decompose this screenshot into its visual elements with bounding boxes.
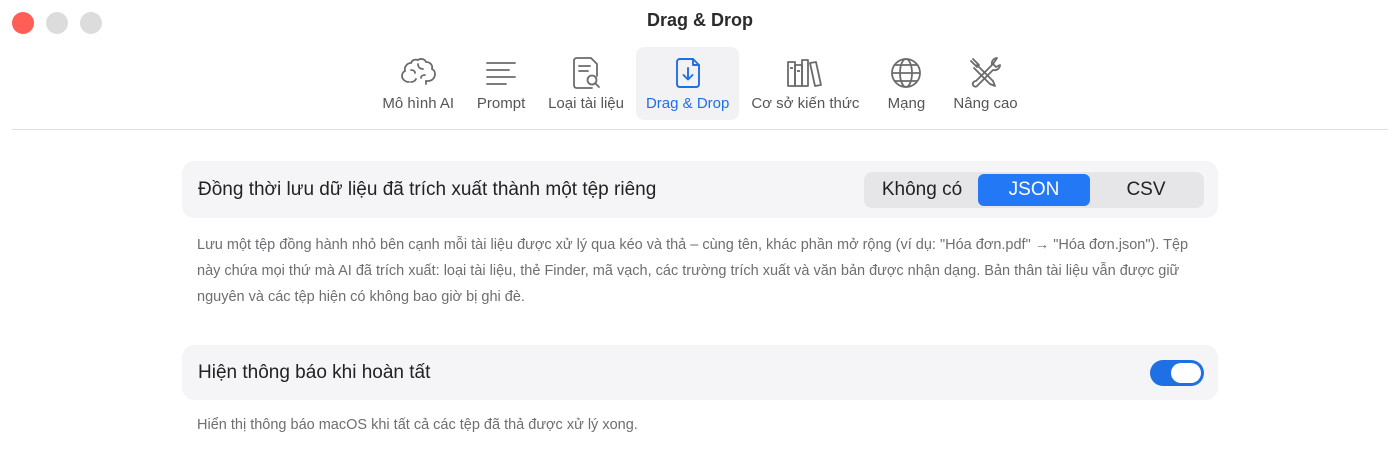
export-setting-row: Đồng thời lưu dữ liệu đã trích xuất thàn…	[182, 161, 1218, 218]
tab-prompt[interactable]: Prompt	[466, 47, 536, 120]
tab-label: Mạng	[887, 95, 926, 112]
notify-setting-label: Hiện thông báo khi hoàn tất	[198, 361, 431, 383]
tab-label: Mô hình AI	[382, 95, 455, 112]
tab-knowledge-base[interactable]: Cơ sở kiến thức	[741, 47, 869, 120]
tab-label: Prompt	[476, 95, 526, 112]
toggle-knob	[1171, 362, 1201, 383]
tab-drag-drop[interactable]: Drag & Drop	[635, 47, 740, 120]
globe-icon	[886, 53, 926, 93]
tab-advanced[interactable]: Nâng cao	[943, 47, 1027, 120]
tab-network[interactable]: Mạng	[871, 47, 941, 120]
document-search-icon	[566, 53, 606, 93]
books-icon	[785, 53, 825, 93]
notify-toggle[interactable]	[1150, 359, 1204, 386]
tab-label: Cơ sở kiến thức	[751, 95, 860, 112]
tab-label: Loại tài liệu	[548, 95, 624, 112]
window-title: Drag & Drop	[646, 10, 753, 30]
settings-toolbar: Mô hình AI Prompt Loại tài liệu Drag & D…	[0, 47, 1400, 120]
export-format-segmented-control: Không có JSON CSV	[864, 171, 1204, 208]
settings-window: Drag & Drop Mô hình AI Prompt Loại tài l…	[0, 0, 1400, 452]
brain-icon	[398, 53, 438, 93]
tab-document-types[interactable]: Loại tài liệu	[538, 47, 634, 120]
tab-ai-model[interactable]: Mô hình AI	[372, 47, 464, 120]
segment-json[interactable]: JSON	[978, 173, 1090, 206]
tab-label: Nâng cao	[953, 95, 1018, 112]
document-download-icon	[668, 53, 708, 93]
notify-setting-row: Hiện thông báo khi hoàn tất	[182, 345, 1218, 400]
segment-csv[interactable]: CSV	[1090, 174, 1202, 206]
text-lines-icon	[481, 53, 521, 93]
tab-label: Drag & Drop	[645, 95, 730, 112]
toolbar-divider	[12, 129, 1388, 130]
notify-setting-description: Hiển thị thông báo macOS khi tất cả các …	[197, 417, 638, 433]
segment-none[interactable]: Không có	[866, 174, 978, 206]
export-setting-description: Lưu một tệp đồng hành nhỏ bên cạnh mỗi t…	[197, 237, 1189, 305]
tools-icon	[966, 53, 1006, 93]
export-setting-label: Đồng thời lưu dữ liệu đã trích xuất thàn…	[198, 178, 657, 200]
